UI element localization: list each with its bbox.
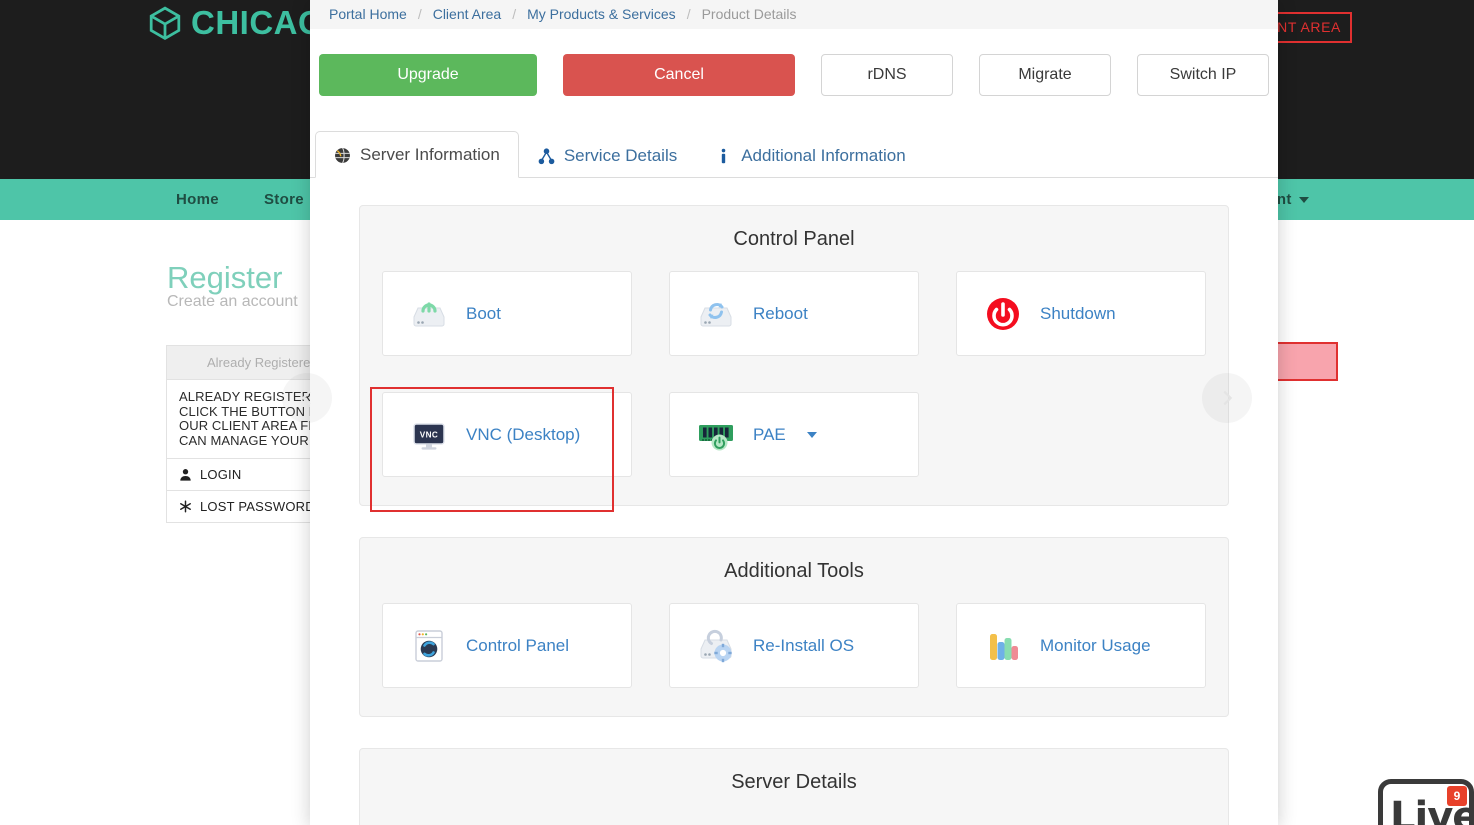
server-gear-icon bbox=[696, 626, 736, 666]
tab-server-information[interactable]: Server Information bbox=[315, 131, 519, 178]
chevron-down-icon bbox=[1299, 197, 1309, 203]
breadcrumb: Portal Home / Client Area / My Products … bbox=[310, 0, 1278, 29]
control-panel-tile-grid: Boot Reboot bbox=[382, 271, 1206, 477]
cancel-button[interactable]: Cancel bbox=[563, 54, 795, 96]
migrate-button[interactable]: Migrate bbox=[979, 54, 1111, 96]
monitor-usage-tile[interactable]: Monitor Usage bbox=[956, 603, 1206, 688]
action-button-row: Upgrade Cancel rDNS Migrate Switch IP bbox=[310, 29, 1278, 96]
reboot-tile-label: Reboot bbox=[753, 304, 808, 324]
section-server-details: Server Details bbox=[359, 748, 1229, 825]
tab-additional-information[interactable]: Additional Information bbox=[696, 132, 924, 178]
user-icon bbox=[179, 468, 192, 481]
memory-power-icon bbox=[696, 415, 736, 455]
cube-icon bbox=[148, 6, 182, 40]
highlighted-region-right bbox=[1276, 342, 1338, 381]
vnc-monitor-icon: VNC bbox=[409, 415, 449, 455]
product-details-modal: Portal Home / Client Area / My Products … bbox=[310, 0, 1278, 825]
breadcrumb-item-client-area[interactable]: Client Area bbox=[433, 6, 501, 22]
boot-tile[interactable]: Boot bbox=[382, 271, 632, 356]
login-link-label: LOGIN bbox=[200, 467, 241, 482]
site-logo-text: CHICAG bbox=[191, 4, 324, 42]
breadcrumb-item-my-products-services[interactable]: My Products & Services bbox=[527, 6, 676, 22]
tab-panel-server-information: Control Panel Boot bbox=[310, 178, 1278, 825]
breadcrumb-separator: / bbox=[418, 6, 422, 22]
upgrade-button[interactable]: Upgrade bbox=[319, 54, 537, 96]
reboot-tile[interactable]: Reboot bbox=[669, 271, 919, 356]
reinstall-os-tile-label: Re-Install OS bbox=[753, 636, 854, 656]
section-additional-tools: Additional Tools Control Panel bbox=[359, 537, 1229, 717]
carousel-prev-button[interactable] bbox=[282, 373, 332, 423]
additional-tools-tile-grid: Control Panel bbox=[382, 603, 1206, 688]
lost-password-link-label: LOST PASSWORD bbox=[200, 499, 315, 514]
info-icon bbox=[715, 148, 732, 165]
tab-bar: Server Information Service Details bbox=[310, 130, 1278, 178]
sitemap-icon bbox=[538, 148, 555, 165]
section-additional-tools-title: Additional Tools bbox=[382, 560, 1206, 583]
chevron-left-icon bbox=[296, 387, 318, 409]
tab-service-details-label: Service Details bbox=[564, 146, 677, 166]
section-control-panel-title: Control Panel bbox=[382, 228, 1206, 251]
browser-window-icon bbox=[409, 626, 449, 666]
chevron-down-icon bbox=[807, 432, 817, 438]
live-chat-widget[interactable]: Live 9 bbox=[1378, 779, 1474, 825]
pae-tile-label: PAE bbox=[753, 425, 786, 445]
svg-text:VNC: VNC bbox=[420, 430, 439, 439]
control-panel-tile-label: Control Panel bbox=[466, 636, 569, 656]
vnc-desktop-tile-label: VNC (Desktop) bbox=[466, 425, 580, 445]
server-power-green-icon bbox=[409, 294, 449, 334]
vnc-desktop-tile[interactable]: VNC VNC (Desktop) bbox=[382, 392, 632, 477]
asterisk-icon bbox=[179, 500, 192, 513]
nav-item-home[interactable]: Home bbox=[176, 191, 219, 208]
live-chat-badge: 9 bbox=[1447, 786, 1467, 806]
rdns-button[interactable]: rDNS bbox=[821, 54, 953, 96]
breadcrumb-separator: / bbox=[687, 6, 691, 22]
section-server-details-title: Server Details bbox=[382, 771, 1206, 794]
boot-tile-label: Boot bbox=[466, 304, 501, 324]
pae-tile[interactable]: PAE bbox=[669, 392, 919, 477]
shutdown-tile-label: Shutdown bbox=[1040, 304, 1116, 324]
switch-ip-button[interactable]: Switch IP bbox=[1137, 54, 1269, 96]
bar-chart-icon bbox=[983, 626, 1023, 666]
monitor-usage-tile-label: Monitor Usage bbox=[1040, 636, 1151, 656]
section-control-panel: Control Panel Boot bbox=[359, 205, 1229, 506]
server-refresh-icon bbox=[696, 294, 736, 334]
breadcrumb-item-portal-home[interactable]: Portal Home bbox=[329, 6, 407, 22]
chevron-right-icon bbox=[1216, 387, 1238, 409]
page-title: Register bbox=[167, 260, 282, 296]
page-subtitle: Create an account bbox=[167, 293, 298, 311]
shutdown-tile[interactable]: Shutdown bbox=[956, 271, 1206, 356]
tab-additional-information-label: Additional Information bbox=[741, 146, 905, 166]
power-red-icon bbox=[983, 294, 1023, 334]
tab-server-information-label: Server Information bbox=[360, 145, 500, 165]
control-panel-tile[interactable]: Control Panel bbox=[382, 603, 632, 688]
reinstall-os-tile[interactable]: Re-Install OS bbox=[669, 603, 919, 688]
breadcrumb-item-product-details: Product Details bbox=[702, 6, 797, 22]
tab-service-details[interactable]: Service Details bbox=[519, 132, 696, 178]
globe-icon bbox=[334, 147, 351, 164]
site-logo[interactable]: CHICAG bbox=[148, 4, 324, 42]
breadcrumb-separator: / bbox=[512, 6, 516, 22]
nav-item-store[interactable]: Store bbox=[264, 191, 304, 208]
carousel-next-button[interactable] bbox=[1202, 373, 1252, 423]
screen: CHICAG ENT AREA Home Store ount Register… bbox=[0, 0, 1474, 825]
